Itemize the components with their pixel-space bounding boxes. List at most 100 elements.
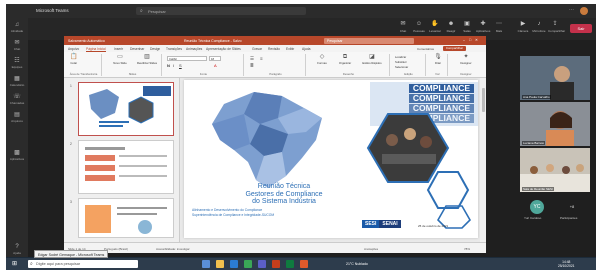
tab-ajuda[interactable]: Ajuda: [302, 47, 310, 51]
call-tool-react[interactable]: ☻ Reagir: [444, 20, 458, 33]
avatar[interactable]: YC: [530, 200, 544, 214]
font-name-select[interactable]: Calibri: [167, 56, 207, 61]
shared-powerpoint-window: Salvamento Automático Reunião Técnica Co…: [64, 36, 486, 253]
ribbon-group-drawing: ◇ Formas ⧉ Organizar ◪ Estilos Rápidos Dese…: [308, 54, 390, 76]
scrollbar-thumb[interactable]: [481, 88, 485, 112]
paste-button[interactable]: 📋 Colar: [70, 54, 77, 65]
tab-animacoes[interactable]: Animações: [186, 47, 202, 51]
rail-teams[interactable]: ☷ Equipes: [6, 58, 28, 72]
tab-transicoes[interactable]: Transições: [166, 47, 182, 51]
window-controls-icon[interactable]: –□✕: [463, 38, 482, 42]
firefox-browser-icon[interactable]: [300, 260, 308, 268]
font-size-select[interactable]: 18: [209, 56, 221, 61]
notes-button[interactable]: Anotações: [364, 247, 378, 251]
call-tool-apps[interactable]: ✚ Aplicativos: [476, 20, 490, 33]
rail-chat[interactable]: ✉ Chat: [6, 40, 28, 54]
activity-icon: ♫: [14, 22, 20, 28]
font-color-icon[interactable]: A: [214, 63, 217, 68]
ppt-search-input[interactable]: Pesquisar: [324, 37, 414, 44]
edge-browser-icon[interactable]: [230, 260, 238, 268]
arrange-button[interactable]: ⧉ Organizar: [334, 54, 356, 65]
call-tool-share[interactable]: ⇪ Compartilhar: [548, 20, 565, 33]
excel-app-icon[interactable]: [286, 260, 294, 268]
accessibility-status[interactable]: Acessibilidade: investigar: [156, 247, 190, 251]
participant-video-feed: [520, 56, 590, 100]
avatar[interactable]: [580, 7, 588, 15]
call-tool-raise-hand[interactable]: ✋ Levantar: [428, 20, 442, 33]
dictate-button[interactable]: 🎙 Ditar: [430, 54, 446, 65]
powerpoint-app-icon[interactable]: [272, 260, 280, 268]
tab-inserir[interactable]: Inserir: [114, 47, 123, 51]
mic-icon: ♪: [537, 21, 541, 27]
tab-arquivo[interactable]: Arquivo: [68, 47, 79, 51]
ribbon-group-voice: 🎙 Ditar Voz: [428, 54, 448, 76]
ppt-ribbon-tabs: Arquivo Página Inicial Inserir Desenhar …: [64, 45, 486, 52]
windows-start-icon[interactable]: ⊞: [12, 261, 17, 268]
designer-button[interactable]: ✦ Designer: [452, 54, 480, 65]
call-tool-chat[interactable]: ✉ Chat: [396, 20, 410, 33]
tab-desenhar[interactable]: Desenhar: [130, 47, 144, 51]
vertical-scrollbar[interactable]: [480, 78, 486, 242]
tab-gravar[interactable]: Gravar: [252, 47, 262, 51]
microphone-icon: 🎙: [434, 54, 442, 60]
call-tool-more[interactable]: ⋯ Mais: [492, 20, 506, 33]
task-view-icon[interactable]: [202, 260, 210, 268]
rail-calls[interactable]: ☏ Chamadas: [6, 94, 28, 108]
rail-calendar[interactable]: ▦ Calendário: [6, 76, 28, 90]
bold-icon[interactable]: N: [167, 63, 170, 68]
slide-thumbnail-2[interactable]: [78, 140, 174, 194]
tab-revisao[interactable]: Revisão: [268, 47, 280, 51]
participant-video-3[interactable]: Sala de Reunião SESI: [520, 148, 590, 192]
call-tool-people[interactable]: ☺ Pessoas: [412, 20, 426, 33]
underline-icon[interactable]: S: [179, 63, 182, 68]
find-button[interactable]: Localizar: [395, 55, 406, 59]
zoom-level[interactable]: 78%: [464, 247, 470, 251]
shapes-button[interactable]: ◇ Formas: [312, 54, 332, 65]
tab-pagina-inicial[interactable]: Página Inicial: [86, 47, 106, 52]
ribbon-group-clipboard: 📋 Colar Área de Transferência: [66, 54, 102, 76]
ribbon-group-label: Área de Transferência: [69, 72, 98, 76]
quick-styles-button[interactable]: ◪ Estilos Rápidos: [358, 54, 386, 65]
slide-thumbnail-3[interactable]: [78, 198, 174, 238]
rail-apps[interactable]: ▩ Aplicativos: [6, 150, 28, 164]
numbering-icon[interactable]: ≡: [260, 56, 263, 61]
align-icon[interactable]: ≣: [250, 63, 254, 69]
more-options-icon[interactable]: ⋯: [569, 7, 574, 13]
weather-widget[interactable]: 21°C Nublado: [346, 262, 368, 266]
ribbon-group-paragraph: ☰ ≡ ≣ Parágrafo: [246, 54, 306, 76]
slide-thumbnail-preview: [89, 86, 171, 127]
call-tool-rooms[interactable]: ▣ Salas: [460, 20, 474, 33]
italic-icon[interactable]: I: [173, 63, 174, 68]
rail-label: Calendário: [9, 83, 25, 87]
rail-help[interactable]: ? Ajuda: [6, 244, 28, 258]
taskbar-search-input[interactable]: ⌕ Digite aqui para pesquisar: [28, 260, 138, 268]
autosave-label[interactable]: Salvamento Automático: [68, 39, 105, 43]
comments-button[interactable]: Comentários: [417, 47, 434, 51]
leave-call-button[interactable]: Sair: [570, 24, 592, 33]
reuse-slides-button[interactable]: ▥ Reutilizar Slides: [134, 54, 160, 65]
rail-activity[interactable]: ♫ Atividade: [6, 22, 28, 36]
more-participants-count[interactable]: +8: [566, 204, 578, 212]
participant-video-2[interactable]: Luciana Barreto: [520, 102, 590, 146]
rail-files[interactable]: ▤ Arquivos: [6, 112, 28, 126]
replace-button[interactable]: Substituir: [395, 60, 407, 64]
calendar-icon: ▦: [14, 76, 20, 82]
taskbar-clock[interactable]: 14:48 25/10/2021: [558, 260, 575, 269]
share-button[interactable]: Compartilhar: [442, 45, 466, 52]
tab-exibir[interactable]: Exibir: [286, 47, 294, 51]
call-tool-camera[interactable]: ▶ Câmera: [516, 20, 530, 33]
teams-app-icon[interactable]: [258, 260, 266, 268]
participant-video-1[interactable]: Ana Paula Carvalho: [520, 56, 590, 100]
file-explorer-icon[interactable]: [216, 260, 224, 268]
calls-icon: ☏: [13, 94, 21, 100]
tab-apresentacao[interactable]: Apresentação de Slides: [206, 47, 241, 51]
tab-design[interactable]: Design: [150, 47, 160, 51]
call-tool-mic[interactable]: ♪ Microfone: [532, 20, 546, 33]
slide-thumbnail-1[interactable]: [78, 82, 174, 136]
new-slide-button[interactable]: ▭ Novo Slide: [108, 54, 132, 65]
bullets-icon[interactable]: ☰: [250, 56, 254, 62]
slide-canvas[interactable]: COMPLIANCE COMPLIANCE COMPLIANCE COMPLIA…: [184, 80, 478, 238]
select-button[interactable]: Selecionar: [395, 65, 408, 69]
teams-search-input[interactable]: ⌕ Pesquisar: [136, 7, 306, 15]
chrome-browser-icon[interactable]: [244, 260, 252, 268]
